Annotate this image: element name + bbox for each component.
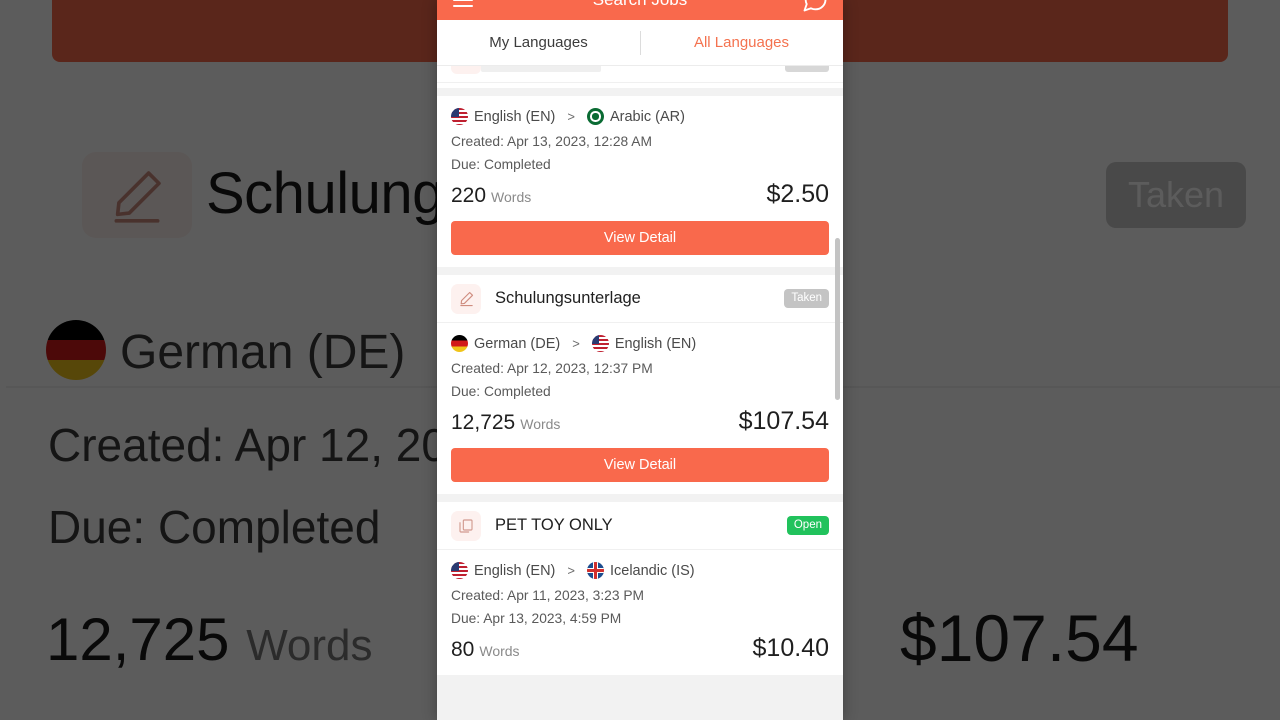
- app-bar: Search Jobs: [437, 0, 843, 20]
- arrow-icon: >: [572, 336, 580, 351]
- job-title: Schulungsunterlage: [495, 289, 641, 307]
- word-count-value: 80: [451, 638, 475, 661]
- word-count: 80 Words: [451, 638, 520, 662]
- status-badge: Taken: [784, 289, 829, 308]
- word-count-unit: Words: [520, 416, 561, 432]
- us-flag-icon: [591, 335, 609, 352]
- word-count-unit: Words: [491, 189, 532, 205]
- job-card-header: Schulungsunterlage Taken: [437, 275, 843, 323]
- language-pair: German (DE) > English (EN): [451, 335, 829, 352]
- page-title: Search Jobs: [437, 0, 843, 10]
- word-count-value: 12,725: [451, 411, 516, 434]
- scrollbar[interactable]: [835, 66, 840, 720]
- due-label: Due: Completed: [451, 157, 551, 172]
- target-language: English (EN): [614, 335, 697, 352]
- partial-card-title: [481, 66, 601, 72]
- word-count: 220 Words: [451, 184, 531, 208]
- tab-all-languages-label: All Languages: [693, 34, 790, 51]
- saudi-arabia-flag-icon: [586, 108, 604, 125]
- job-list[interactable]: English (EN) > Arabic (AR) Created: Apr …: [437, 66, 843, 720]
- arrow-icon: >: [567, 563, 575, 578]
- word-count-unit: Words: [479, 643, 520, 659]
- pencil-icon: [451, 283, 481, 314]
- created-label: Created: Apr 11, 2023, 3:23 PM: [451, 588, 645, 603]
- target-language: Icelandic (IS): [609, 562, 695, 579]
- tab-all-languages[interactable]: All Languages: [640, 20, 843, 65]
- language-tabs: My Languages All Languages: [437, 20, 843, 66]
- target-language: Arabic (AR): [609, 108, 685, 125]
- job-card[interactable]: PET TOY ONLY Open English (EN) > Iceland…: [437, 502, 843, 675]
- source-language: English (EN): [474, 108, 556, 125]
- created-label: Created: Apr 13, 2023, 12:28 AM: [451, 134, 652, 149]
- price-row: 12,725 Words $107.54: [451, 407, 829, 436]
- price-row: 80 Words $10.40: [451, 634, 829, 663]
- search-bubble-icon[interactable]: [801, 0, 829, 14]
- tab-my-languages-label: My Languages: [489, 34, 588, 51]
- partial-card-top[interactable]: [437, 66, 843, 88]
- copy-document-icon: [451, 510, 481, 541]
- job-price: $2.50: [766, 180, 829, 208]
- job-title: PET TOY ONLY: [495, 516, 613, 534]
- view-detail-button[interactable]: View Detail: [451, 221, 829, 255]
- tab-divider: [640, 31, 641, 55]
- screen-root: Schulungs Taken German (DE) Created: Apr…: [0, 0, 1280, 720]
- scrollbar-thumb[interactable]: [835, 238, 840, 400]
- job-card[interactable]: English (EN) > Arabic (AR) Created: Apr …: [437, 96, 843, 267]
- arrow-icon: >: [567, 109, 575, 124]
- due-label: Due: Apr 13, 2023, 4:59 PM: [451, 611, 622, 626]
- job-price: $10.40: [752, 634, 829, 662]
- view-detail-button[interactable]: View Detail: [451, 448, 829, 482]
- hamburger-icon[interactable]: [453, 0, 473, 8]
- source-language: English (EN): [474, 562, 556, 579]
- us-flag-icon: [451, 108, 468, 125]
- us-flag-icon: [451, 562, 468, 579]
- mobile-app-panel: Search Jobs My Languages All Languages: [437, 0, 843, 720]
- job-card-body: English (EN) > Icelandic (IS) Created: A…: [437, 550, 843, 675]
- price-row: 220 Words $2.50: [451, 180, 829, 209]
- language-pair: English (EN) > Icelandic (IS): [451, 562, 829, 579]
- partial-card-icon: [451, 66, 481, 74]
- partial-card-badge: [785, 66, 829, 72]
- source-language: German (DE): [474, 335, 561, 352]
- word-count: 12,725 Words: [451, 411, 560, 435]
- created-label: Created: Apr 12, 2023, 12:37 PM: [451, 361, 653, 376]
- germany-flag-icon: [451, 335, 468, 352]
- job-card[interactable]: Schulungsunterlage Taken German (DE) > E…: [437, 275, 843, 494]
- job-card-body: German (DE) > English (EN) Created: Apr …: [437, 323, 843, 494]
- status-badge: Open: [786, 516, 829, 535]
- iceland-flag-icon: [586, 562, 604, 579]
- due-label: Due: Completed: [451, 384, 551, 399]
- tab-my-languages[interactable]: My Languages: [437, 20, 640, 65]
- job-price: $107.54: [738, 407, 829, 435]
- word-count-value: 220: [451, 184, 487, 207]
- job-card-header: PET TOY ONLY Open: [437, 502, 843, 550]
- language-pair: English (EN) > Arabic (AR): [451, 108, 829, 125]
- job-card-body: English (EN) > Arabic (AR) Created: Apr …: [437, 96, 843, 267]
